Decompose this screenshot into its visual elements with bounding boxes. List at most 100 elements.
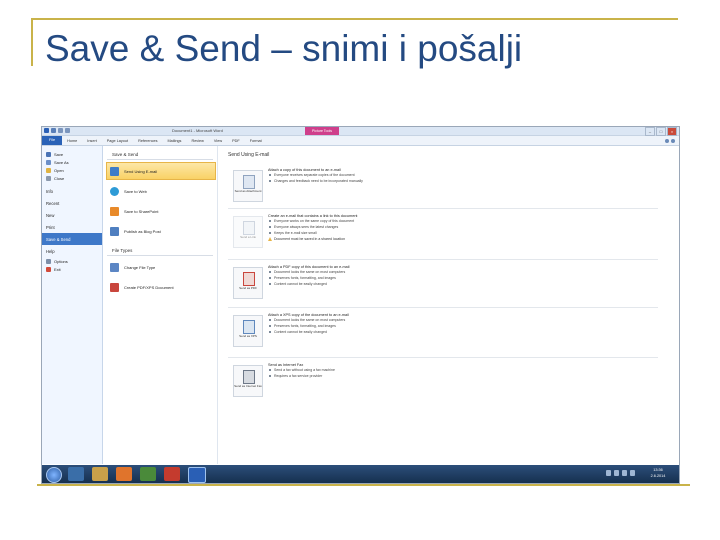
nav-open[interactable]: Open <box>42 166 102 174</box>
nav-save[interactable]: Save <box>42 150 102 158</box>
tab-home[interactable]: Home <box>62 139 82 143</box>
tab-pdf[interactable]: PDF <box>227 139 245 143</box>
decor-line-bottom <box>37 484 690 486</box>
start-button[interactable] <box>46 467 62 483</box>
decor-line-left <box>31 18 33 66</box>
tab-review[interactable]: Review <box>186 139 208 143</box>
save-as-icon <box>46 159 51 165</box>
nav-options[interactable]: Options <box>42 257 102 265</box>
window-title: Document1 - Microsoft Word <box>172 128 223 133</box>
warning-icon: Document must be saved in a shared locat… <box>268 236 658 242</box>
close-button[interactable]: × <box>667 127 677 136</box>
nav-recent[interactable]: Recent <box>42 197 102 209</box>
send-as-pdf-button[interactable]: Send as PDF <box>233 267 263 299</box>
sharepoint-icon <box>110 206 119 216</box>
windows-taskbar: 13:36 2.6.2014 <box>42 465 679 483</box>
nav-info[interactable]: Info <box>42 185 102 197</box>
fax-icon <box>243 370 255 384</box>
attachment-icon <box>243 175 255 189</box>
firefox-taskbar-icon[interactable] <box>116 467 132 481</box>
email-block-link: Send a Link Create an e-mail that contai… <box>228 212 668 254</box>
word-backstage-screenshot: Document1 - Microsoft Word Picture Tools… <box>41 126 680 484</box>
file-type-icon <box>110 262 119 272</box>
email-block-attachment: Send as Attachment Attach a copy of this… <box>228 166 668 202</box>
title-bar: Document1 - Microsoft Word Picture Tools… <box>42 127 679 136</box>
send-as-attachment-button[interactable]: Send as Attachment <box>233 170 263 202</box>
tab-references[interactable]: References <box>133 139 162 143</box>
tab-mailings[interactable]: Mailings <box>163 139 187 143</box>
nav-save-as[interactable]: Save As <box>42 158 102 166</box>
options-icon <box>46 258 51 264</box>
network-icon[interactable] <box>606 470 611 476</box>
send-as-xps-button[interactable]: Send as XPS <box>233 315 263 347</box>
xps-icon <box>243 320 255 334</box>
pdf-icon <box>110 282 119 292</box>
option-save-to-web[interactable]: Save to Web <box>106 182 214 200</box>
option-publish-blog-post[interactable]: Publish as Blog Post <box>106 222 214 240</box>
nav-exit[interactable]: Exit <box>42 265 102 273</box>
slide-title: Save & Send – snimi i pošalji <box>45 28 523 69</box>
email-block-fax: Send as Internet Fax Send as Internet Fa… <box>228 361 668 401</box>
globe-icon <box>110 186 119 196</box>
divider <box>228 307 658 308</box>
backstage-nav: Save Save As Open Close Info Recent New … <box>42 146 103 464</box>
email-icon <box>110 166 119 176</box>
redo-icon[interactable] <box>65 128 70 133</box>
help-icon[interactable] <box>671 138 675 143</box>
option-save-to-sharepoint[interactable]: Save to SharePoint <box>106 202 214 220</box>
word-taskbar-icon[interactable] <box>188 467 206 483</box>
send-as-internet-fax-button[interactable]: Send as Internet Fax <box>233 365 263 397</box>
option-send-using-email[interactable]: Send Using E-mail <box>106 162 216 180</box>
close-document-icon <box>46 175 51 181</box>
minimize-ribbon-icon[interactable] <box>665 138 669 143</box>
exit-icon <box>46 266 51 272</box>
save-icon <box>46 151 51 157</box>
tab-format[interactable]: Format <box>245 139 267 143</box>
undo-icon[interactable] <box>58 128 63 133</box>
option-create-pdf-xps[interactable]: Create PDF/XPS Document <box>106 278 214 296</box>
email-block-pdf: Send as PDF Attach a PDF copy of this do… <box>228 263 668 303</box>
divider <box>228 357 658 358</box>
language-icon[interactable] <box>630 470 635 476</box>
tab-insert[interactable]: Insert <box>82 139 102 143</box>
nav-new[interactable]: New <box>42 209 102 221</box>
maximize-button[interactable]: □ <box>656 127 666 136</box>
word-icon[interactable] <box>44 128 49 133</box>
ribbon-tabs: File Home Insert Page Layout References … <box>42 136 679 146</box>
open-folder-icon <box>46 167 51 173</box>
tab-file[interactable]: File <box>42 136 63 145</box>
quick-access-toolbar <box>44 128 70 133</box>
pdf-icon <box>243 272 255 286</box>
save-icon[interactable] <box>51 128 56 133</box>
context-tab-picture-tools[interactable]: Picture Tools <box>305 127 339 135</box>
link-icon <box>243 221 255 235</box>
decor-line-top <box>31 18 678 20</box>
taskbar-clock[interactable]: 13:36 2.6.2014 <box>643 467 673 479</box>
volume-icon[interactable] <box>614 470 619 476</box>
divider <box>228 259 658 260</box>
explorer-taskbar-icon[interactable] <box>68 467 84 481</box>
nav-print[interactable]: Print <box>42 221 102 233</box>
flag-icon[interactable] <box>622 470 627 476</box>
detail-title: Send Using E-mail <box>228 152 270 158</box>
ribbon-help <box>665 138 675 143</box>
folder-taskbar-icon[interactable] <box>92 467 108 481</box>
send-a-link-button[interactable]: Send a Link <box>233 216 263 248</box>
email-block-xps: Send as XPS Attach a XPS copy of the doc… <box>228 311 668 351</box>
nav-save-and-send[interactable]: Save & Send <box>42 233 102 245</box>
blog-post-icon <box>110 226 119 236</box>
nav-close[interactable]: Close <box>42 174 102 182</box>
tab-view[interactable]: View <box>209 139 227 143</box>
section-save-and-send: Save & Send <box>107 146 213 160</box>
tab-page-layout[interactable]: Page Layout <box>102 139 133 143</box>
powerpoint-taskbar-icon[interactable] <box>164 467 180 481</box>
nav-help[interactable]: Help <box>42 245 102 257</box>
system-tray <box>606 470 635 476</box>
minimize-button[interactable]: – <box>645 127 655 136</box>
option-change-file-type[interactable]: Change File Type <box>106 258 214 276</box>
window-controls: – □ × <box>645 127 677 136</box>
save-send-options: Save & Send Send Using E-mail Save to We… <box>103 146 218 464</box>
app-taskbar-icon[interactable] <box>140 467 156 481</box>
divider <box>228 208 658 209</box>
section-file-types: File Types <box>107 242 213 256</box>
